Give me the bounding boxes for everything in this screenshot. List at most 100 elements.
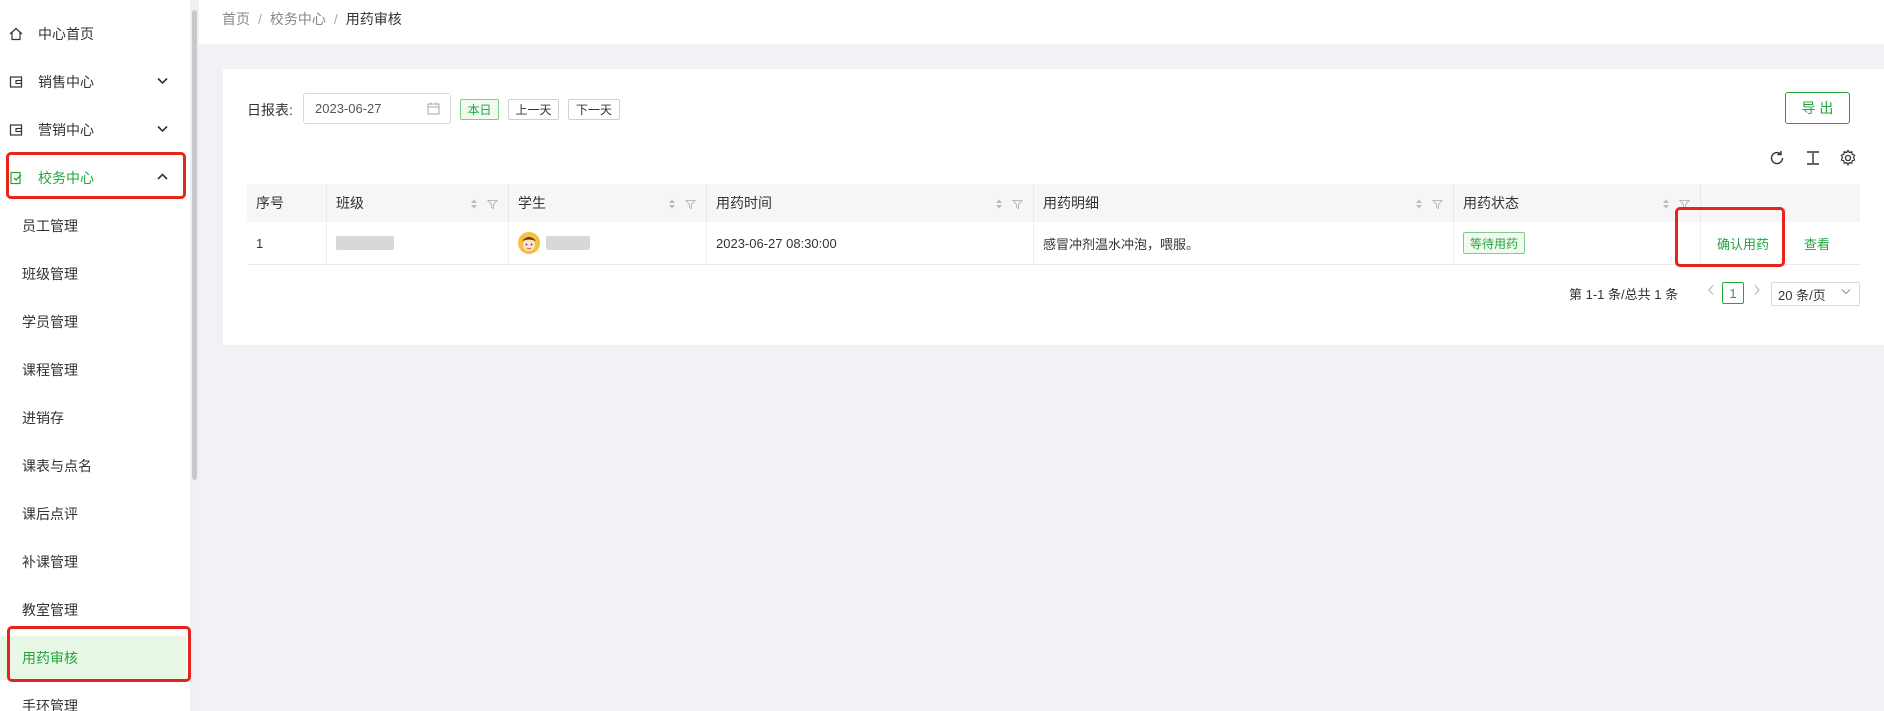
cell-time: 2023-06-27 08:30:00 xyxy=(707,222,1034,264)
sort-icon[interactable] xyxy=(668,197,676,213)
sidebar-item-makeup[interactable]: 补课管理 xyxy=(0,540,186,584)
sidebar-item-label: 课程管理 xyxy=(22,362,78,378)
column-header-label: 用药明细 xyxy=(1043,195,1099,211)
column-header-student[interactable]: 学生 xyxy=(509,184,707,222)
export-button[interactable]: 导 出 xyxy=(1785,92,1850,124)
page-size-select[interactable]: 20 条/页 xyxy=(1771,282,1860,306)
sidebar-item-label: 补课管理 xyxy=(22,554,78,570)
cell-status: 等待用药 xyxy=(1454,222,1701,264)
filter-icon[interactable] xyxy=(1011,197,1024,213)
cell-actions: 确认用药 查看 xyxy=(1701,222,1860,264)
breadcrumb-separator: / xyxy=(333,11,338,27)
filter-icon[interactable] xyxy=(1678,197,1691,213)
sidebar-item-sales[interactable]: 销售中心 xyxy=(0,60,186,104)
calendar-icon xyxy=(427,102,440,118)
sidebar-item-school[interactable]: 校务中心 xyxy=(0,156,186,200)
redacted-student-name xyxy=(546,236,590,250)
filter-icon[interactable] xyxy=(1431,197,1444,213)
filter-icon[interactable] xyxy=(684,197,697,213)
pagination-total: 第 1-1 条/总共 1 条 xyxy=(1569,287,1679,302)
redacted-class-name xyxy=(336,236,394,250)
breadcrumb-current: 用药审核 xyxy=(345,11,402,27)
breadcrumb-bar xyxy=(199,0,1884,44)
table-header: 序号 班级 学生 用药时间 用药明细 用药状态 xyxy=(247,184,1860,223)
column-header-label: 学生 xyxy=(518,195,546,211)
sidebar-item-label: 营销中心 xyxy=(38,122,94,138)
column-header-status[interactable]: 用药状态 xyxy=(1454,184,1701,222)
sidebar-item-medication[interactable]: 用药审核 xyxy=(0,636,186,680)
today-button[interactable]: 本日 xyxy=(460,99,499,120)
confirm-medication-link[interactable]: 确认用药 xyxy=(1717,234,1769,253)
sidebar-item-label: 课后点评 xyxy=(22,506,78,522)
cell-student xyxy=(509,222,707,264)
chevron-down-icon xyxy=(157,122,168,136)
view-link[interactable]: 查看 xyxy=(1804,234,1830,253)
chevron-up-icon xyxy=(157,170,168,184)
next-page-icon[interactable] xyxy=(1753,284,1761,299)
table-row[interactable]: 1 2023-06-27 08:30:00 感冒冲剂温水冲泡，喂服。 等待用药 … xyxy=(247,222,1860,265)
column-header-actions xyxy=(1701,184,1860,222)
wallet-icon xyxy=(8,122,24,138)
page-number-current[interactable]: 1 xyxy=(1722,282,1744,304)
column-header-label: 用药状态 xyxy=(1463,195,1519,211)
sidebar-item-label: 进销存 xyxy=(22,410,64,426)
sidebar-item-reviews[interactable]: 课后点评 xyxy=(0,492,186,536)
sidebar-item-home[interactable]: 中心首页 xyxy=(0,12,186,56)
sidebar-item-label: 班级管理 xyxy=(22,266,78,282)
sidebar-item-label: 用药审核 xyxy=(22,650,78,666)
sort-icon[interactable] xyxy=(995,197,1003,213)
column-header-label: 用药时间 xyxy=(716,195,772,211)
breadcrumb-separator: / xyxy=(258,11,262,27)
column-header-index: 序号 xyxy=(247,184,327,222)
wallet-icon xyxy=(8,74,24,90)
settings-gear-icon[interactable] xyxy=(1839,149,1857,167)
sidebar-item-staff[interactable]: 员工管理 xyxy=(0,204,186,248)
sidebar-item-courses[interactable]: 课程管理 xyxy=(0,348,186,392)
cell-index: 1 xyxy=(247,222,327,264)
prev-day-button[interactable]: 上一天 xyxy=(508,99,559,120)
home-icon xyxy=(8,26,24,42)
school-icon xyxy=(8,170,24,186)
column-header-detail[interactable]: 用药明细 xyxy=(1034,184,1454,222)
sort-icon[interactable] xyxy=(1415,197,1423,213)
date-picker[interactable]: 2023-06-27 xyxy=(303,93,451,124)
breadcrumb-parent[interactable]: 校务中心 xyxy=(270,11,326,27)
sidebar-item-label: 学员管理 xyxy=(22,314,78,330)
column-header-time[interactable]: 用药时间 xyxy=(707,184,1034,222)
sidebar-item-label: 校务中心 xyxy=(38,170,94,186)
sort-icon[interactable] xyxy=(1662,197,1670,213)
sidebar-item-wristband[interactable]: 手环管理 xyxy=(0,684,186,711)
refresh-icon[interactable] xyxy=(1768,149,1786,167)
breadcrumb-home[interactable]: 首页 xyxy=(222,11,250,27)
sort-icon[interactable] xyxy=(470,197,478,213)
column-header-class[interactable]: 班级 xyxy=(327,184,509,222)
column-height-icon[interactable] xyxy=(1804,149,1822,167)
sidebar-item-label: 销售中心 xyxy=(38,74,94,90)
sidebar-item-label: 教室管理 xyxy=(22,602,78,618)
sidebar-scrollbar[interactable] xyxy=(192,10,197,480)
filter-icon[interactable] xyxy=(486,197,499,213)
breadcrumb: 首页 / 校务中心 / 用药审核 xyxy=(222,9,402,29)
page-size-value: 20 条/页 xyxy=(1778,287,1826,303)
sidebar-item-marketing[interactable]: 营销中心 xyxy=(0,108,186,152)
sidebar-item-classes[interactable]: 班级管理 xyxy=(0,252,186,296)
chevron-down-icon xyxy=(1841,286,1851,298)
cell-class xyxy=(327,222,509,264)
next-day-button[interactable]: 下一天 xyxy=(568,99,620,120)
column-header-label: 班级 xyxy=(336,195,364,211)
date-label: 日报表: xyxy=(247,102,293,118)
sidebar-item-students[interactable]: 学员管理 xyxy=(0,300,186,344)
status-badge: 等待用药 xyxy=(1463,232,1526,254)
sidebar-item-schedule[interactable]: 课表与点名 xyxy=(0,444,186,488)
column-header-label: 序号 xyxy=(256,195,284,211)
sidebar-item-label: 手环管理 xyxy=(22,698,78,711)
sidebar-item-label: 中心首页 xyxy=(38,26,94,42)
chevron-down-icon xyxy=(157,74,168,88)
sidebar-item-label: 课表与点名 xyxy=(22,458,92,474)
date-value: 2023-06-27 xyxy=(315,101,382,116)
sidebar-item-inventory[interactable]: 进销存 xyxy=(0,396,186,440)
student-avatar xyxy=(518,232,540,254)
prev-page-icon[interactable] xyxy=(1707,284,1715,299)
sidebar: 中心首页 销售中心 营销中心 校务中心 员工管理 班级管理 学员管理 课程管理 … xyxy=(0,0,192,711)
sidebar-item-classrooms[interactable]: 教室管理 xyxy=(0,588,186,632)
